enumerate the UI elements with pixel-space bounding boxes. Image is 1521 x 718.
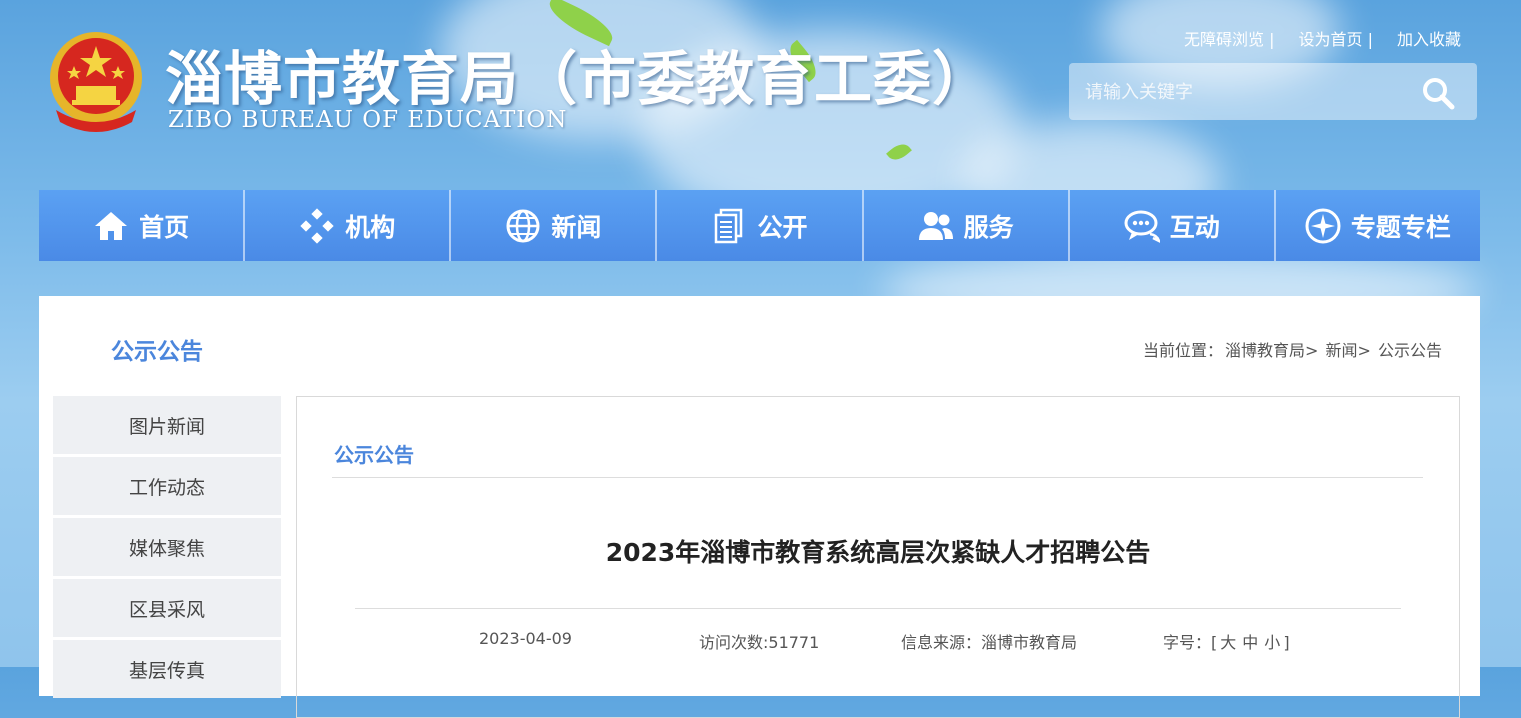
nav-label: 公开 [757, 212, 808, 242]
main-nav: 首页 机构 新闻 公开 服务 互动 专题专栏 [39, 190, 1480, 261]
divider [355, 608, 1401, 609]
people-icon [918, 211, 953, 240]
nav-label: 互动 [1169, 212, 1220, 242]
nav-label: 专题专栏 [1350, 212, 1451, 242]
nav-item-service[interactable]: 服务 [864, 190, 1070, 261]
nav-item-interaction[interactable]: 互动 [1070, 190, 1276, 261]
nav-label: 新闻 [551, 212, 602, 242]
set-homepage-link[interactable]: 设为首页 | [1299, 26, 1373, 50]
top-links: 无障碍浏览 | 设为首页 | 加入收藏 [1184, 26, 1461, 50]
sidebar-item-grassroots[interactable]: 基层传真 [53, 640, 281, 698]
search-input[interactable] [1083, 77, 1407, 107]
main-panel: 公示公告 当前位置： 淄博教育局> 新闻> 公示公告 图片新闻 工作动态 媒体聚焦… [39, 296, 1480, 718]
section-title: 公示公告 [111, 339, 203, 365]
breadcrumb-prefix: 当前位置： [1142, 341, 1223, 360]
national-emblem-logo [50, 32, 142, 132]
chat-bubble-icon [1124, 210, 1160, 243]
home-icon [95, 211, 128, 240]
content-header: 公示公告 [334, 443, 414, 467]
font-size-label: 字号： [1163, 633, 1212, 652]
compass-icon [1305, 208, 1341, 243]
font-size-large[interactable]: 大 [1220, 633, 1236, 652]
bracket-close: ] [1283, 633, 1290, 652]
nav-item-public[interactable]: 公开 [657, 190, 864, 261]
article-date: 2023-04-09 [479, 629, 572, 648]
article-container: 公示公告 2023年淄博市教育系统高层次紧缺人才招聘公告 2023-04-09 … [296, 396, 1460, 718]
font-size-medium[interactable]: 中 [1242, 633, 1258, 652]
bracket-open: [ [1211, 633, 1218, 652]
nav-label: 首页 [139, 212, 190, 242]
article-visits: 访问次数:51771 [699, 633, 820, 652]
search-bar [1069, 63, 1477, 120]
search-icon[interactable] [1421, 76, 1455, 110]
nav-label: 服务 [963, 212, 1014, 242]
font-size-selector: 字号：[大中小] [1163, 629, 1290, 653]
sidebar-item-district-reports[interactable]: 区县采风 [53, 579, 281, 637]
diamond-cluster-icon [300, 207, 334, 244]
nav-label: 机构 [345, 212, 396, 242]
breadcrumb-link-news[interactable]: 新闻> [1325, 341, 1370, 360]
sidebar-item-media-focus[interactable]: 媒体聚焦 [53, 518, 281, 576]
site-subtitle: ZIBO BUREAU OF EDUCATION [168, 107, 568, 133]
breadcrumb-link-bureau[interactable]: 淄博教育局> [1225, 341, 1318, 360]
sidebar: 图片新闻 工作动态 媒体聚焦 区县采风 基层传真 [53, 396, 281, 701]
breadcrumb-link-announcements[interactable]: 公示公告 [1378, 341, 1442, 360]
document-stack-icon [715, 208, 743, 243]
site-title: 淄博市教育局（市委教育工委） [165, 45, 992, 113]
article-title: 2023年淄博市教育系统高层次紧缺人才招聘公告 [605, 538, 1151, 567]
divider [332, 477, 1423, 478]
globe-icon [506, 209, 540, 242]
article-source: 信息来源：淄博市教育局 [901, 633, 1078, 652]
nav-item-home[interactable]: 首页 [39, 190, 246, 261]
nav-item-special-topics[interactable]: 专题专栏 [1276, 190, 1480, 261]
font-size-small[interactable]: 小 [1264, 633, 1280, 652]
add-bookmark-link[interactable]: 加入收藏 [1397, 26, 1461, 50]
sidebar-item-photo-news[interactable]: 图片新闻 [53, 396, 281, 454]
accessibility-link[interactable]: 无障碍浏览 | [1184, 26, 1274, 50]
sidebar-item-work-updates[interactable]: 工作动态 [53, 457, 281, 515]
breadcrumb: 当前位置： 淄博教育局> 新闻> 公示公告 [1143, 337, 1444, 361]
nav-item-organization[interactable]: 机构 [245, 190, 452, 261]
nav-item-news[interactable]: 新闻 [451, 190, 658, 261]
